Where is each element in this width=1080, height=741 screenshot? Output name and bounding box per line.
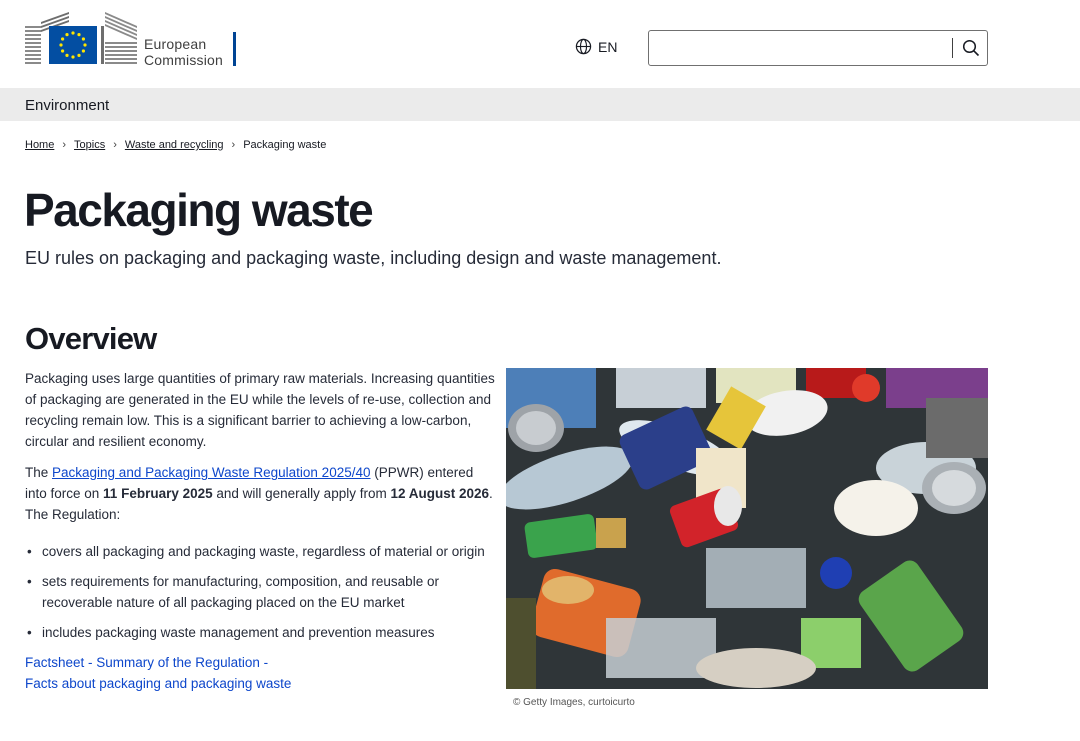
logo-text-line1: European [144,36,207,52]
list-item: covers all packaging and packaging waste… [25,541,495,562]
regulation-paragraph: The Packaging and Packaging Waste Regula… [25,462,495,525]
site-name[interactable]: Environment [25,97,109,114]
language-selector[interactable]: EN [575,38,617,55]
overview-heading: Overview [25,321,157,356]
reg-date-apply: 12 August 2026 [390,486,490,501]
facts-link[interactable]: Facts about packaging and packaging wast… [25,676,291,691]
search-box [648,30,988,66]
logo-text-line2: Commission [144,52,224,68]
search-divider [952,38,953,58]
site-name-bar: Environment [0,88,1080,121]
search-button[interactable] [957,34,985,62]
list-item: sets requirements for manufacturing, com… [25,571,495,613]
reg-date-entry: 11 February 2025 [103,486,213,501]
chevron-right-icon: › [231,139,236,151]
breadcrumb-home[interactable]: Home [25,139,54,151]
search-icon [962,39,980,57]
site-header: European Commission EN [0,0,1080,88]
chevron-right-icon: › [113,139,117,151]
breadcrumb-topics[interactable]: Topics [74,139,105,151]
related-links: Factsheet - Summary of the Regulation - … [25,652,495,694]
breadcrumb-current: Packaging waste [243,139,327,151]
globe-icon [575,38,592,55]
reg-prefix: The [25,465,53,480]
overview-content: Packaging uses large quantities of prima… [25,368,495,694]
overview-intro: Packaging uses large quantities of prima… [25,371,495,449]
regulation-link[interactable]: Packaging and Packaging Waste Regulation… [52,465,370,480]
list-item: includes packaging waste management and … [25,622,495,643]
language-code: EN [598,38,618,55]
chevron-right-icon: › [62,139,67,151]
image-credit: © Getty Images, curtoicurto [513,697,635,708]
logo-accent-bar [233,32,236,66]
reg-text-2: and will generally apply from [212,486,391,501]
page-description: EU rules on packaging and packaging wast… [25,248,722,268]
regulation-bullets: covers all packaging and packaging waste… [25,541,495,643]
breadcrumb-waste-and-recycling[interactable]: Waste and recycling [125,139,224,151]
search-input[interactable] [657,37,947,59]
page-title: Packaging waste [24,184,374,236]
packaging-waste-image [506,368,988,689]
logo-text: European Commission [144,36,223,68]
breadcrumb: Home › Topics › Waste and recycling › Pa… [25,139,326,151]
packaging-pile-illustration [506,368,988,689]
factsheet-link[interactable]: Factsheet - Summary of the Regulation - [25,655,268,670]
